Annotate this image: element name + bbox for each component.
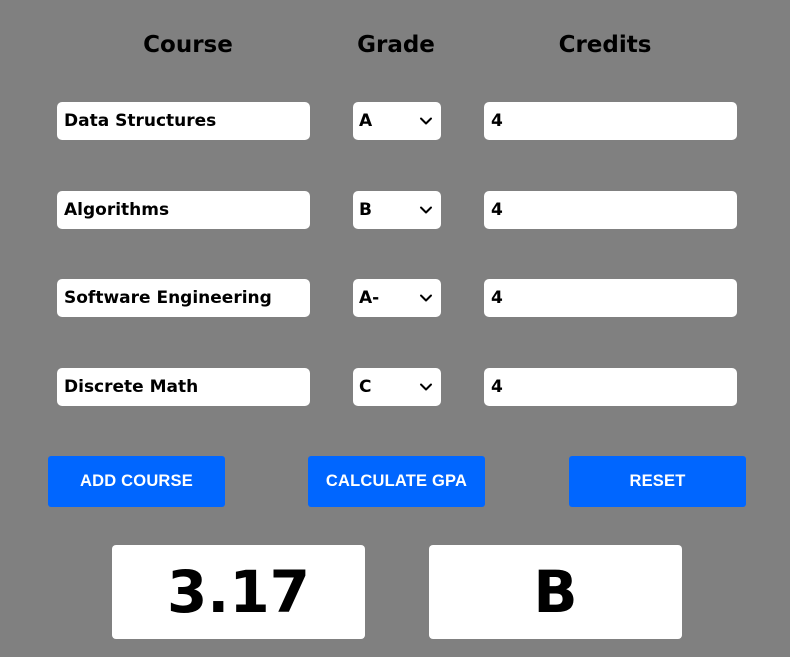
grade-select[interactable]: C — [353, 368, 441, 406]
credits-input[interactable]: 4 — [484, 279, 737, 317]
gpa-result: 3.17 — [112, 545, 365, 639]
grade-select-value: C — [359, 377, 372, 397]
credits-input[interactable]: 4 — [484, 368, 737, 406]
grade-select-value: A- — [359, 288, 380, 308]
chevron-down-icon — [420, 383, 432, 391]
chevron-down-icon — [420, 206, 432, 214]
course-name-input[interactable]: Software Engineering — [57, 279, 310, 317]
credits-column-header: Credits — [558, 32, 652, 58]
grade-column-header: Grade — [357, 32, 435, 58]
chevron-down-icon — [420, 294, 432, 302]
letter-grade-result: B — [429, 545, 682, 639]
grade-select[interactable]: A — [353, 102, 441, 140]
calculate-gpa-button[interactable]: CALCULATE GPA — [308, 456, 485, 507]
course-name-input[interactable]: Discrete Math — [57, 368, 310, 406]
grade-select-value: B — [359, 200, 372, 220]
reset-button[interactable]: RESET — [569, 456, 746, 507]
course-column-header: Course — [143, 32, 233, 58]
credits-input[interactable]: 4 — [484, 191, 737, 229]
chevron-down-icon — [420, 117, 432, 125]
course-name-input[interactable]: Data Structures — [57, 102, 310, 140]
grade-select[interactable]: A- — [353, 279, 441, 317]
grade-select[interactable]: B — [353, 191, 441, 229]
credits-input[interactable]: 4 — [484, 102, 737, 140]
add-course-button[interactable]: ADD COURSE — [48, 456, 225, 507]
course-name-input[interactable]: Algorithms — [57, 191, 310, 229]
grade-select-value: A — [359, 111, 373, 131]
